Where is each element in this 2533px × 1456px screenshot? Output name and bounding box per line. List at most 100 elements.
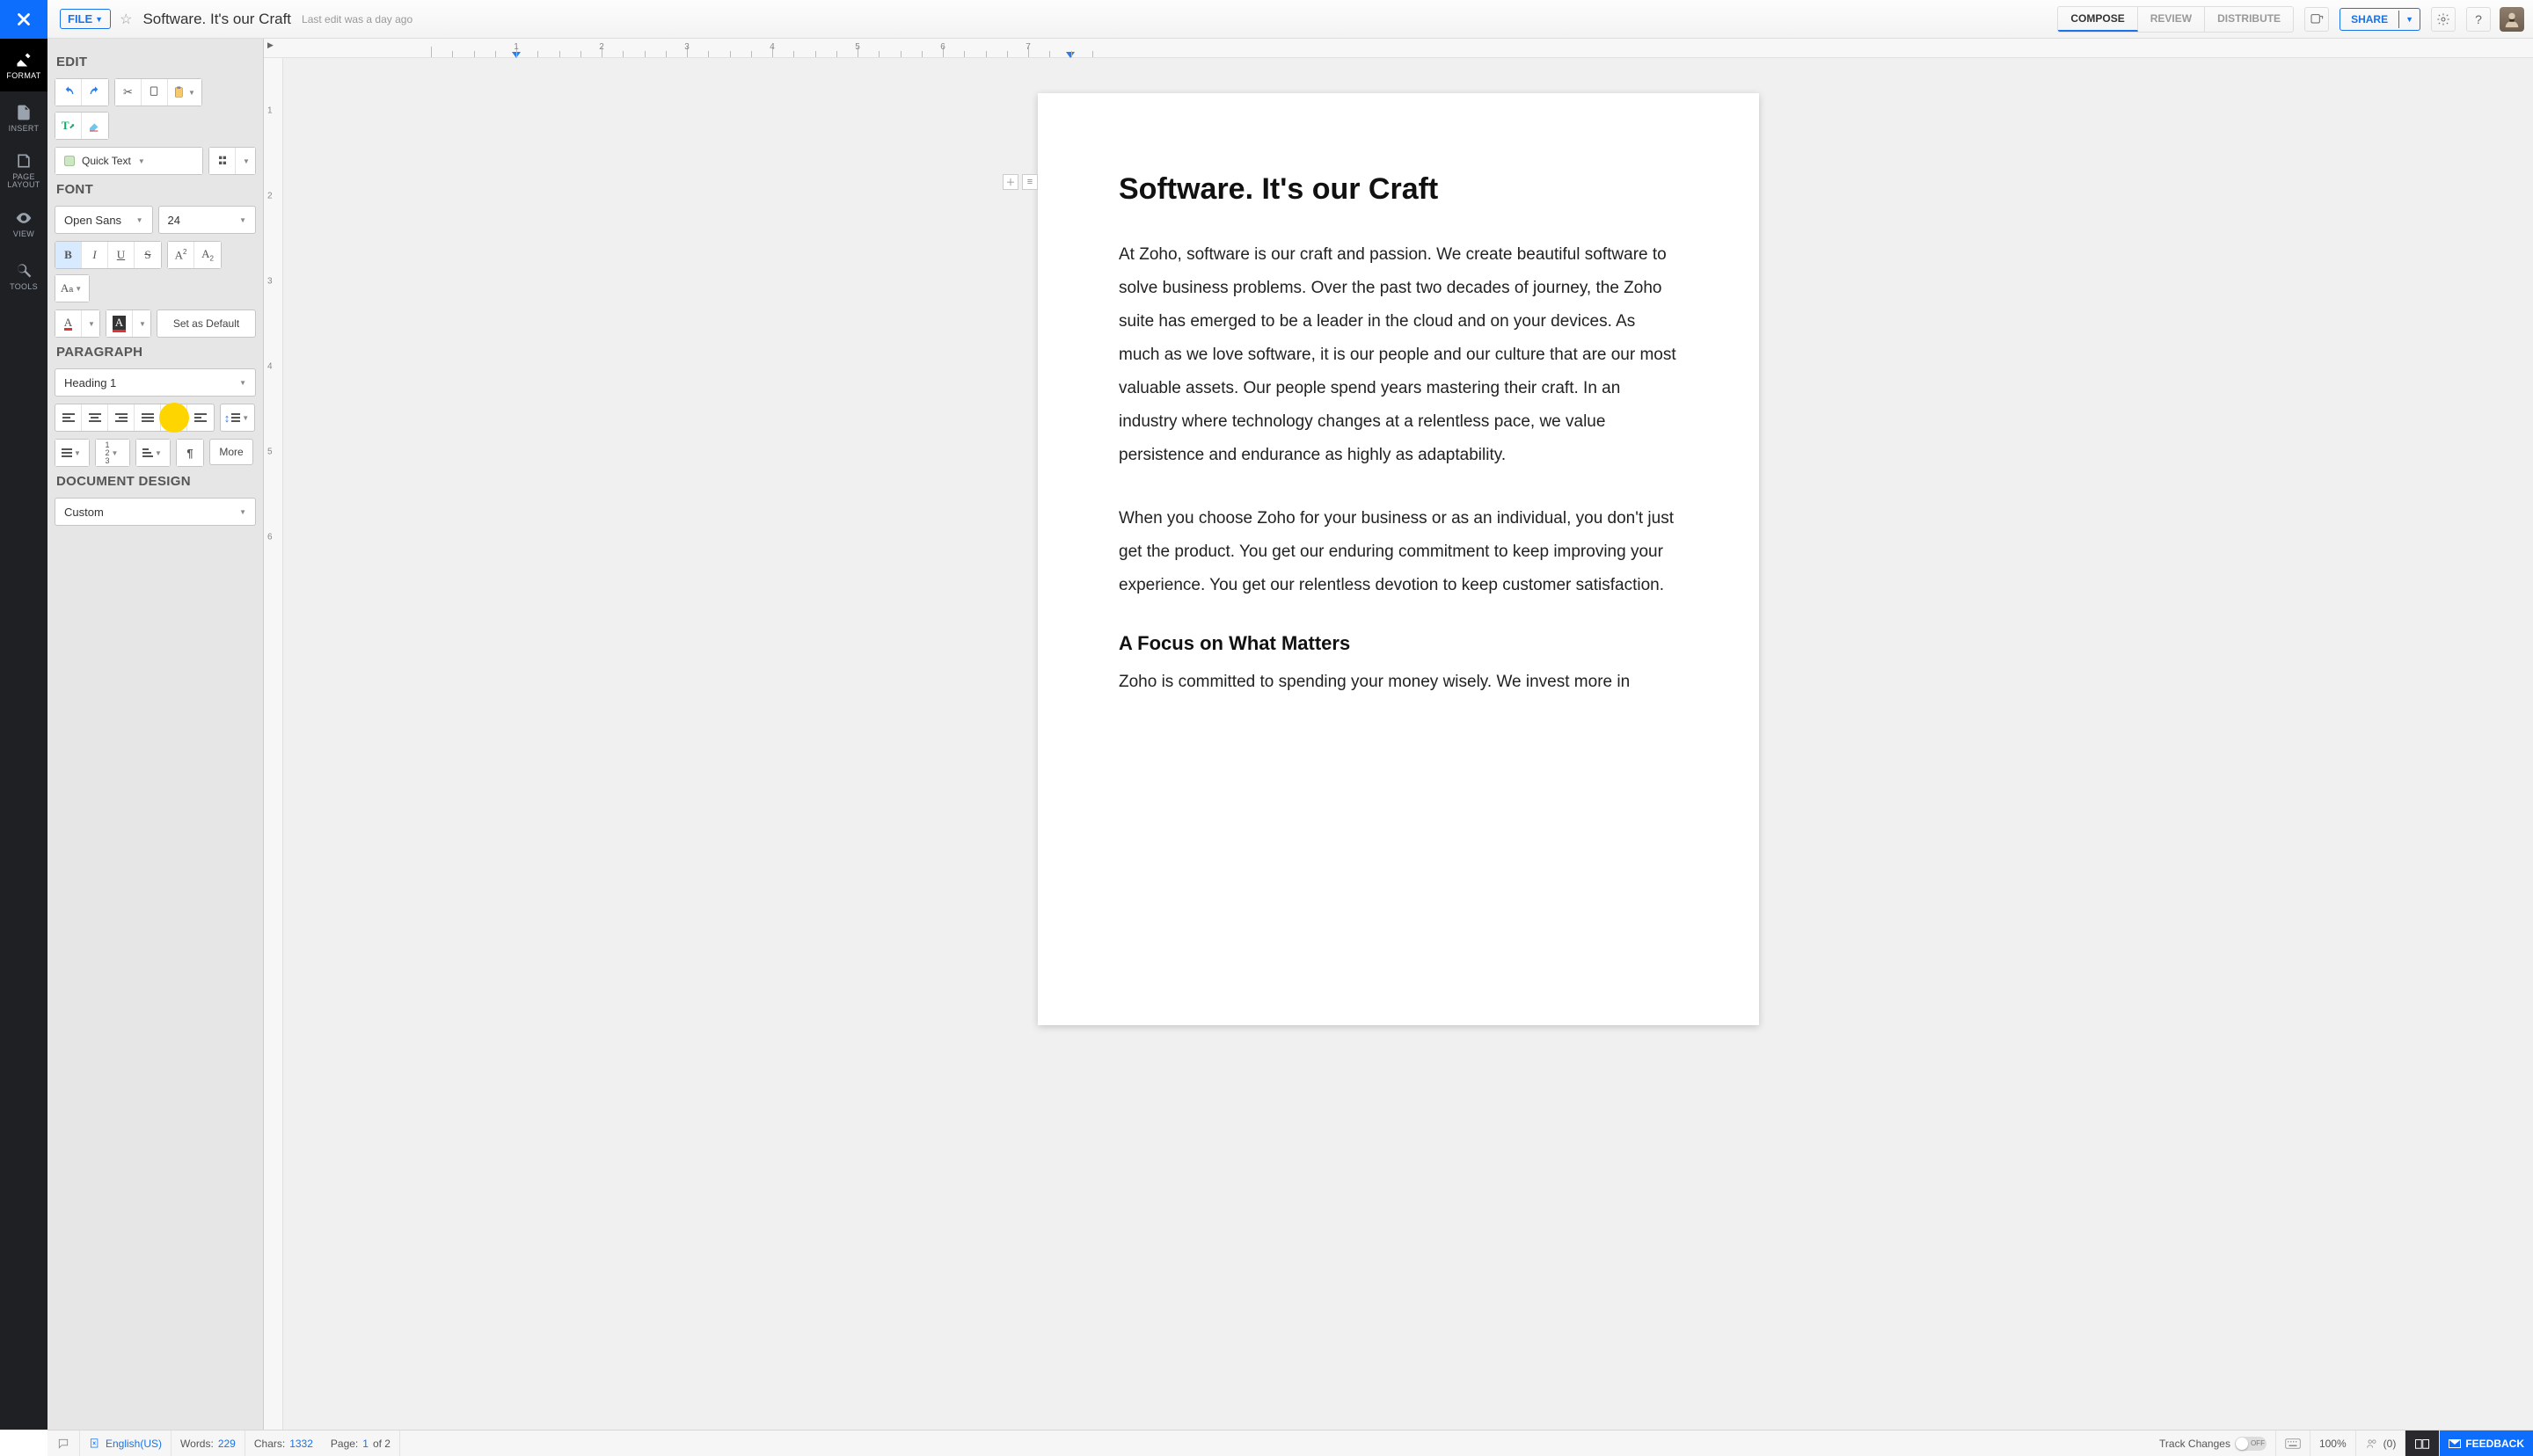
quick-text-label: Quick Text <box>82 155 131 167</box>
reading-view-button[interactable] <box>2405 1431 2440 1456</box>
share-dropdown-icon[interactable]: ▼ <box>2398 11 2420 28</box>
doc-design-select[interactable]: Custom ▼ <box>55 498 256 526</box>
file-menu-button[interactable]: FILE ▼ <box>60 9 111 29</box>
vertical-ruler[interactable]: 123456 <box>264 58 283 1430</box>
numbered-list-button[interactable]: 123▼ <box>96 440 129 466</box>
toggle-state: OFF <box>2251 1439 2265 1447</box>
highlight-color-button[interactable]: A <box>106 310 133 337</box>
tab-review[interactable]: REVIEW <box>2138 7 2205 32</box>
collaborators-button[interactable]: (0) <box>2356 1431 2406 1456</box>
word-count[interactable]: Words: 229 <box>172 1431 245 1456</box>
redo-button[interactable] <box>82 79 108 106</box>
font-size-select[interactable]: 24 ▼ <box>158 206 257 234</box>
bullet-list-button[interactable]: ▼ <box>55 440 89 466</box>
settings-button[interactable] <box>2431 7 2456 32</box>
outline-icon[interactable]: ≡ <box>1022 174 1038 190</box>
align-justify-button[interactable] <box>135 404 161 431</box>
page-label: Page: <box>331 1438 358 1450</box>
doc-heading-2[interactable]: A Focus on What Matters <box>1119 632 1678 655</box>
chars-value: 1332 <box>289 1438 313 1450</box>
bold-button[interactable]: B <box>55 242 82 268</box>
line-spacing-button[interactable]: ↕▼ <box>221 404 254 431</box>
feedback-button[interactable]: FEEDBACK <box>2440 1431 2533 1456</box>
increase-indent-button[interactable] <box>161 404 187 431</box>
share-button[interactable]: SHARE ▼ <box>2340 8 2420 31</box>
highlight-color-dropdown[interactable]: ▼ <box>133 310 150 337</box>
font-family-select[interactable]: Open Sans ▼ <box>55 206 153 234</box>
copy-button[interactable] <box>142 79 168 106</box>
broadcast-button[interactable] <box>2304 7 2329 32</box>
rail-tools[interactable]: TOOLS <box>0 250 47 302</box>
paragraph-style-select[interactable]: Heading 1 ▼ <box>55 368 256 397</box>
tab-distribute[interactable]: DISTRIBUTE <box>2205 7 2293 32</box>
chevron-down-icon: ▼ <box>188 89 195 97</box>
chars-label: Chars: <box>254 1438 285 1450</box>
rail-view[interactable]: VIEW <box>0 197 47 250</box>
page-indicator[interactable]: Page: 1 of 2 <box>322 1431 400 1456</box>
align-center-button[interactable] <box>82 404 108 431</box>
chevron-down-icon: ▼ <box>155 449 162 457</box>
add-comment-icon[interactable]: ＋ <box>1003 174 1018 190</box>
ruler-toggle[interactable]: ▶ <box>267 40 278 51</box>
tab-compose[interactable]: COMPOSE <box>2058 7 2137 32</box>
subscript-button[interactable]: A2 <box>194 242 221 268</box>
document-page[interactable]: ＋ ≡ Software. It's our Craft At Zoho, so… <box>1038 93 1759 1025</box>
rail-page-layout[interactable]: PAGE LAYOUT <box>0 144 47 197</box>
align-right-button[interactable] <box>108 404 135 431</box>
more-button[interactable]: More <box>209 439 253 465</box>
find-button[interactable] <box>209 148 236 174</box>
user-avatar[interactable] <box>2500 7 2524 32</box>
rail-insert[interactable]: INSERT <box>0 91 47 144</box>
chevron-down-icon: ▼ <box>88 320 95 328</box>
multilevel-list-button[interactable]: ▼ <box>136 440 170 466</box>
paragraph-marks-button[interactable]: ¶ <box>177 440 203 466</box>
chevron-down-icon: ▼ <box>239 379 246 387</box>
app-logo[interactable] <box>0 0 47 39</box>
superscript-button[interactable]: A2 <box>168 242 194 268</box>
undo-button[interactable] <box>55 79 82 106</box>
italic-button[interactable]: I <box>82 242 108 268</box>
doc-paragraph[interactable]: Zoho is committed to spending your money… <box>1119 666 1678 699</box>
zoom-indicator[interactable]: 100% <box>2310 1431 2356 1456</box>
track-changes-label: Track Changes <box>2159 1438 2230 1450</box>
help-button[interactable]: ? <box>2466 7 2491 32</box>
comments-button[interactable] <box>47 1431 80 1456</box>
document-area[interactable]: ▶ 1234567 123456 ＋ ≡ Software. It's our … <box>264 39 2533 1430</box>
underline-button[interactable]: U <box>108 242 135 268</box>
paste-button[interactable]: ▼ <box>168 79 201 106</box>
top-bar: FILE ▼ ☆ Software. It's our Craft Last e… <box>0 0 2533 39</box>
rail-tools-label: TOOLS <box>10 283 38 291</box>
chevron-down-icon: ▼ <box>138 157 145 165</box>
text-case-button[interactable]: Aa▼ <box>55 275 89 302</box>
rail-format[interactable]: FORMAT <box>0 39 47 91</box>
doc-design-section-title: DOCUMENT DESIGN <box>56 474 256 489</box>
char-count[interactable]: Chars: 1332 <box>245 1431 322 1456</box>
track-changes-toggle[interactable]: Track Changes OFF <box>2150 1431 2276 1456</box>
align-left-button[interactable] <box>55 404 82 431</box>
chevron-down-icon: ▼ <box>239 216 246 224</box>
doc-design-value: Custom <box>64 506 104 519</box>
doc-paragraph[interactable]: When you choose Zoho for your business o… <box>1119 502 1678 602</box>
quick-text-button[interactable]: Quick Text ▼ <box>55 148 202 174</box>
keyboard-button[interactable] <box>2276 1431 2310 1456</box>
doc-paragraph[interactable]: At Zoho, software is our craft and passi… <box>1119 238 1678 472</box>
cut-button[interactable]: ✂ <box>115 79 142 106</box>
strikethrough-button[interactable]: S <box>135 242 161 268</box>
language-value: English(US) <box>106 1438 162 1450</box>
zoom-value: 100% <box>2319 1438 2347 1450</box>
toggle-switch[interactable]: OFF <box>2235 1437 2267 1451</box>
collab-count: (0) <box>2383 1438 2397 1450</box>
find-dropdown[interactable]: ▼ <box>236 148 255 174</box>
format-painter-button[interactable]: T⬈ <box>55 113 82 139</box>
star-icon[interactable]: ☆ <box>120 11 132 28</box>
doc-heading-1[interactable]: Software. It's our Craft <box>1119 172 1678 207</box>
document-title[interactable]: Software. It's our Craft <box>142 11 291 28</box>
horizontal-ruler[interactable]: 1234567 <box>264 39 2533 58</box>
feedback-label: FEEDBACK <box>2465 1438 2524 1450</box>
language-button[interactable]: English(US) <box>80 1431 172 1456</box>
clear-formatting-button[interactable] <box>82 113 108 139</box>
set-default-button[interactable]: Set as Default <box>157 309 256 338</box>
font-color-button[interactable]: A <box>55 310 82 337</box>
font-color-dropdown[interactable]: ▼ <box>82 310 99 337</box>
decrease-indent-button[interactable] <box>187 404 214 431</box>
